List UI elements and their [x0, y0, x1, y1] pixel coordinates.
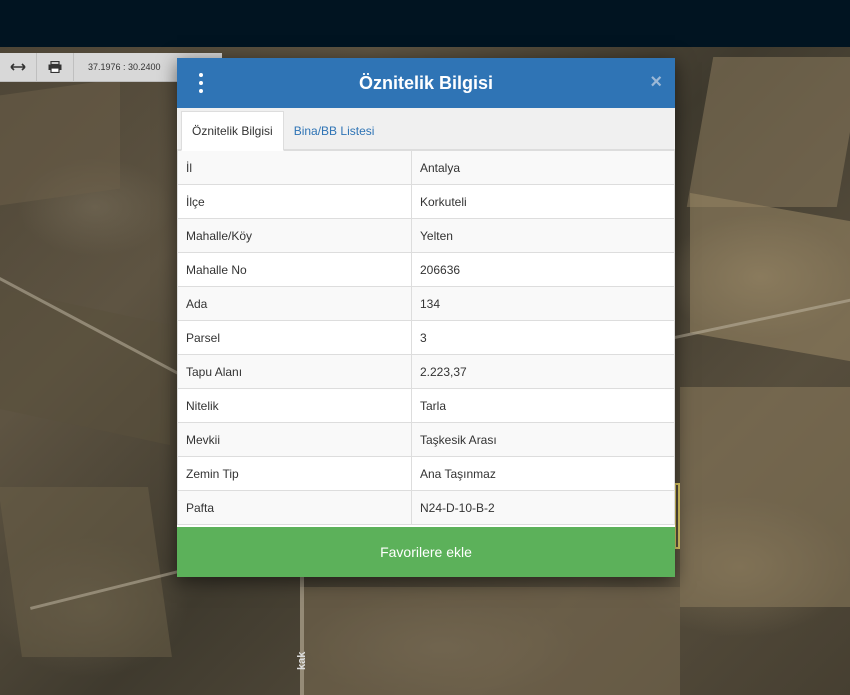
- map-field: [300, 587, 680, 695]
- print-button[interactable]: [37, 52, 74, 82]
- attr-key: Mahalle No: [177, 252, 412, 287]
- attr-key: Mevkii: [177, 422, 412, 457]
- attr-value: Yelten: [411, 218, 675, 253]
- table-row: Mevkii Taşkesik Arası: [177, 422, 675, 457]
- print-icon: [48, 61, 62, 73]
- measure-button[interactable]: [0, 52, 37, 82]
- attr-value: 134: [411, 286, 675, 321]
- coordinates-readout: 37.1976 : 30.2400: [88, 62, 161, 72]
- attr-key: İl: [177, 150, 412, 185]
- table-row: Pafta N24-D-10-B-2: [177, 490, 675, 525]
- dot-icon: [199, 73, 203, 77]
- dot-icon: [199, 81, 203, 85]
- map-field: [0, 78, 120, 206]
- tab-building-list[interactable]: Bina/BB Listesi: [284, 111, 385, 150]
- close-button[interactable]: ×: [650, 72, 662, 92]
- attr-value: Tarla: [411, 388, 675, 423]
- attr-key: Nitelik: [177, 388, 412, 423]
- street-label: kak: [296, 651, 308, 670]
- attr-value: Taşkesik Arası: [411, 422, 675, 457]
- map-field: [690, 192, 850, 362]
- map-field: [680, 387, 850, 607]
- table-row: Mahalle/Köy Yelten: [177, 218, 675, 253]
- more-menu-button[interactable]: [193, 73, 209, 93]
- table-row: Mahalle No 206636: [177, 252, 675, 287]
- attr-key: İlçe: [177, 184, 412, 219]
- attribute-table: İl Antalya İlçe Korkuteli Mahalle/Köy Yelte…: [177, 150, 675, 525]
- attr-value: 2.223,37: [411, 354, 675, 389]
- table-row: Nitelik Tarla: [177, 388, 675, 423]
- dot-icon: [199, 89, 203, 93]
- map-road: [300, 567, 304, 695]
- attr-key: Parsel: [177, 320, 412, 355]
- attr-key: Tapu Alanı: [177, 354, 412, 389]
- attr-value: Korkuteli: [411, 184, 675, 219]
- attr-value: 206636: [411, 252, 675, 287]
- modal-header: Öznitelik Bilgisi ×: [177, 58, 675, 108]
- modal-title: Öznitelik Bilgisi: [358, 72, 494, 93]
- top-bar: [0, 0, 850, 47]
- attr-value: Ana Taşınmaz: [411, 456, 675, 491]
- table-row: Tapu Alanı 2.223,37: [177, 354, 675, 389]
- table-row: Parsel 3: [177, 320, 675, 355]
- attr-value: 3: [411, 320, 675, 355]
- tab-bar: Öznitelik Bilgisi Bina/BB Listesi: [177, 108, 675, 151]
- tab-attribute-info[interactable]: Öznitelik Bilgisi: [181, 111, 284, 151]
- table-row: İlçe Korkuteli: [177, 184, 675, 219]
- attr-key: Ada: [177, 286, 412, 321]
- attr-value: N24-D-10-B-2: [411, 490, 675, 525]
- close-icon: ×: [650, 71, 662, 93]
- attr-key: Pafta: [177, 490, 412, 525]
- table-row: Zemin Tip Ana Taşınmaz: [177, 456, 675, 491]
- attr-key: Zemin Tip: [177, 456, 412, 491]
- attr-key: Mahalle/Köy: [177, 218, 412, 253]
- horizontal-arrows-icon: [10, 63, 26, 71]
- attribute-info-modal: Öznitelik Bilgisi × Öznitelik Bilgisi Bi…: [177, 58, 675, 577]
- attr-value: Antalya: [411, 150, 675, 185]
- table-row: Ada 134: [177, 286, 675, 321]
- map-field: [0, 288, 170, 446]
- table-row: İl Antalya: [177, 150, 675, 185]
- map-field: [686, 57, 850, 207]
- map-field: [0, 487, 172, 657]
- add-to-favorites-button[interactable]: Favorilere ekle: [177, 527, 675, 577]
